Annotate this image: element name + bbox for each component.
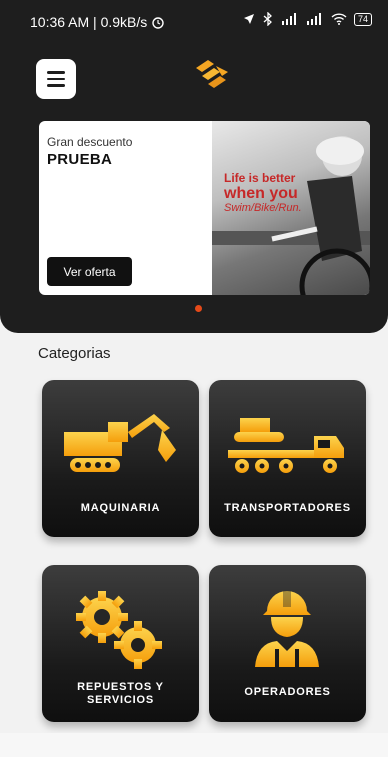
wifi-icon xyxy=(331,13,347,25)
menu-icon xyxy=(47,71,65,74)
promo-banner[interactable]: Gran descuento PRUEBA Ver oferta Life is… xyxy=(39,121,370,295)
category-card-operadores[interactable]: operadores xyxy=(209,565,366,722)
view-offer-button[interactable]: Ver oferta xyxy=(47,257,132,286)
signal-icon xyxy=(281,13,296,25)
image-tagline-3: Swim/Bike/Run. xyxy=(224,202,302,214)
category-label: maquinaria xyxy=(80,502,161,514)
category-label: operadores xyxy=(244,686,331,698)
categories-heading: Categorias xyxy=(38,345,111,362)
menu-button[interactable] xyxy=(36,59,76,99)
category-label: transportadores xyxy=(224,502,351,514)
category-card-repuestos-servicios[interactable]: repuestos y servicios xyxy=(42,565,199,722)
signal-2-icon xyxy=(306,13,321,25)
banner-subtitle: Gran descuento xyxy=(47,135,133,149)
excavator-icon xyxy=(64,414,176,472)
app-header: 10:36 AM | 0.9kB/s 74 Gran descuento PRU… xyxy=(0,0,388,333)
battery-icon: 74 xyxy=(353,12,372,26)
image-tagline-2: when you xyxy=(224,185,298,202)
worker-icon xyxy=(255,591,319,667)
category-card-maquinaria[interactable]: maquinaria xyxy=(42,380,199,537)
location-icon xyxy=(243,14,254,24)
category-card-transportadores[interactable]: transportadores xyxy=(209,380,366,537)
image-tagline-1: Life is better xyxy=(224,171,296,185)
alarm-icon xyxy=(152,17,164,29)
category-label: repuestos y servicios xyxy=(77,681,164,706)
banner-title: PRUEBA xyxy=(47,151,113,168)
status-bar: 10:36 AM | 0.9kB/s 74 xyxy=(0,0,388,44)
gears-icon xyxy=(76,591,162,669)
bluetooth-icon xyxy=(263,12,272,26)
truck-icon xyxy=(228,418,344,473)
status-time: 10:36 AM | 0.9kB/s xyxy=(30,14,148,30)
banner-image: Life is better when you Swim/Bike/Run. xyxy=(212,121,370,295)
brand-logo-icon xyxy=(196,60,228,88)
carousel-indicator-dot[interactable] xyxy=(195,305,202,312)
bottom-strip xyxy=(0,733,388,757)
